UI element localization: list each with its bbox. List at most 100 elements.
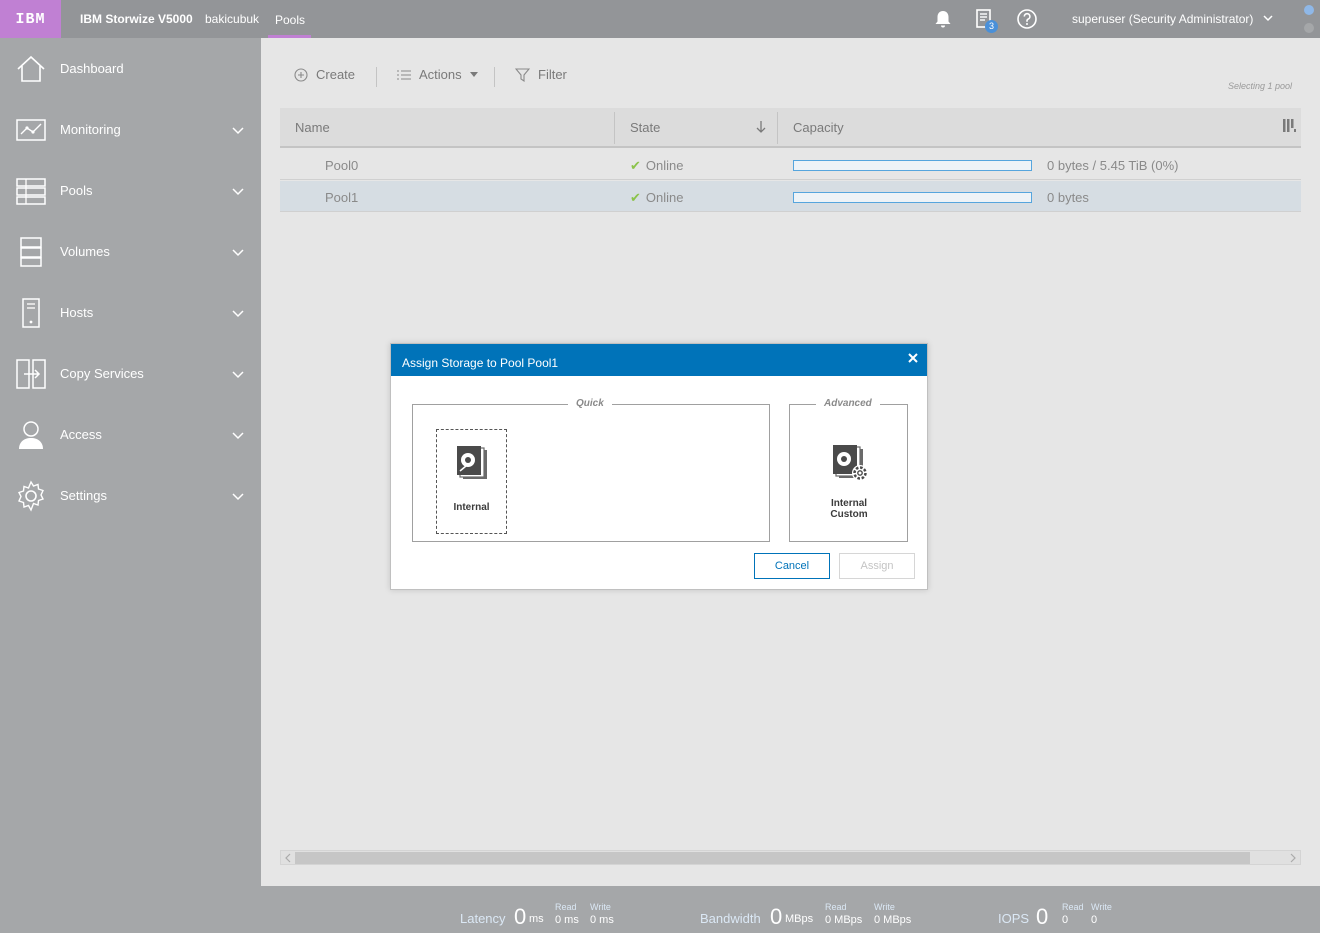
internal-custom-label-line1: Internal [830, 498, 868, 509]
bandwidth-write-label: Write [874, 902, 895, 912]
table-row[interactable]: Pool0 ✔ Online 0 bytes / 5.45 TiB (0%) [280, 149, 1301, 180]
latency-read-label: Read [555, 902, 577, 912]
internal-storage-option[interactable]: Internal [436, 429, 507, 534]
filter-button[interactable]: Filter [515, 67, 567, 82]
sidebar-item-label: Dashboard [60, 61, 124, 76]
bandwidth-unit: MBps [785, 913, 814, 925]
sidebar-item-volumes[interactable]: Volumes [0, 221, 261, 282]
status-indicator-dot [1304, 23, 1314, 33]
assign-button[interactable]: Assign [839, 553, 915, 579]
internal-custom-label-line2: Custom [830, 509, 868, 520]
monitoring-icon [16, 118, 46, 141]
selection-status: Selecting 1 pool [1228, 81, 1293, 91]
bandwidth-label: Bandwidth [700, 911, 761, 926]
table-row[interactable]: Pool1 ✔ Online 0 bytes [280, 181, 1301, 212]
pool-state-label: Online [645, 190, 684, 205]
column-header-capacity[interactable]: Capacity [793, 120, 844, 135]
latency-value: 0 [514, 904, 527, 929]
close-icon[interactable] [907, 352, 919, 364]
cancel-button[interactable]: Cancel [754, 553, 830, 579]
quick-section: Quick Internal [412, 398, 770, 542]
performance-bar[interactable]: Latency 0 ms Read 0 ms Write 0 ms Bandwi… [261, 886, 1320, 933]
column-divider[interactable] [777, 112, 778, 144]
bandwidth-read-value: 0 MBps [825, 914, 863, 926]
scroll-right-icon[interactable] [1289, 853, 1297, 863]
latency-unit: ms [529, 913, 544, 925]
chevron-down-icon [232, 492, 244, 500]
notifications-bell-icon[interactable] [932, 8, 954, 30]
sidebar-item-pools[interactable]: Pools [0, 160, 261, 221]
user-menu[interactable]: superuser (Security Administrator) [1072, 12, 1253, 26]
chevron-down-icon [232, 187, 244, 195]
advanced-section: Advanced Internal Custom [789, 398, 908, 542]
bandwidth-read-label: Read [825, 902, 847, 912]
sidebar-item-monitoring[interactable]: Monitoring [0, 99, 261, 160]
internal-custom-option[interactable]: Internal Custom [800, 429, 898, 534]
ibm-logo[interactable]: IBM [0, 0, 61, 38]
pool-state: ✔ Online [630, 158, 683, 174]
sort-descending-icon[interactable] [756, 121, 766, 134]
pool-capacity: 0 bytes / 5.45 TiB (0%) [1047, 158, 1179, 173]
sidebar-item-copy-services[interactable]: Copy Services [0, 343, 261, 404]
chevron-down-icon [232, 370, 244, 378]
column-header-state[interactable]: State [630, 120, 660, 135]
actions-label: Actions [419, 67, 462, 82]
iops-write-label: Write [1091, 902, 1112, 912]
home-icon [17, 55, 45, 82]
latency-label: Latency [460, 911, 506, 926]
breadcrumb-pools[interactable]: Pools [275, 13, 305, 27]
checkmark-icon: ✔ [630, 190, 641, 205]
chevron-down-icon [232, 126, 244, 134]
table-header: Name State Capacity [280, 108, 1301, 148]
sidebar-item-hosts[interactable]: Hosts [0, 282, 261, 343]
iops-read-label: Read [1062, 902, 1084, 912]
plus-circle-icon [294, 67, 308, 82]
actions-menu-button[interactable]: Actions [397, 67, 478, 82]
latency-write-value: 0 ms [590, 914, 614, 926]
top-bar: IBM IBM Storwize V5000 bakicubuk Pools 3… [0, 0, 1320, 38]
scroll-left-icon[interactable] [284, 853, 292, 863]
list-icon [397, 69, 411, 80]
scrollbar-thumb[interactable] [295, 852, 1250, 864]
assign-storage-dialog: Assign Storage to Pool Pool1 Quick Inter… [390, 343, 928, 590]
app-name: IBM Storwize V5000 [80, 12, 193, 26]
create-button[interactable]: Create [294, 67, 355, 82]
internal-drive-icon [457, 446, 487, 479]
internal-custom-drive-icon [833, 445, 868, 481]
pool-name: Pool0 [325, 158, 359, 173]
sidebar-item-access[interactable]: Access [0, 404, 261, 465]
help-icon[interactable] [1016, 8, 1038, 30]
pools-icon [16, 177, 46, 205]
hosts-icon [22, 297, 40, 328]
checkmark-icon: ✔ [630, 158, 641, 173]
breadcrumb-system[interactable]: bakicubuk [205, 12, 259, 26]
sidebar-item-settings[interactable]: Settings [0, 465, 261, 526]
advanced-legend: Advanced [816, 398, 880, 409]
sidebar-item-label: Access [60, 427, 102, 442]
internal-label: Internal [453, 502, 490, 513]
column-divider[interactable] [614, 112, 615, 144]
create-label: Create [316, 67, 356, 82]
column-header-name[interactable]: Name [295, 120, 330, 135]
chevron-down-icon [232, 248, 244, 256]
sidebar-item-label: Monitoring [60, 122, 121, 137]
settings-gear-icon [18, 479, 44, 512]
bandwidth-write-value: 0 MBps [874, 914, 912, 926]
volumes-icon [20, 236, 42, 267]
sidebar-item-label: Volumes [60, 244, 110, 259]
column-chooser-icon[interactable] [1283, 119, 1296, 132]
caret-down-icon [469, 72, 478, 77]
chevron-down-icon [232, 309, 244, 317]
sidebar-item-dashboard[interactable]: Dashboard [0, 38, 261, 99]
filter-label: Filter [538, 67, 567, 82]
sidebar-item-label: Copy Services [60, 366, 144, 381]
pool-state: ✔ Online [630, 190, 683, 206]
iops-write-value: 0 [1091, 914, 1098, 926]
chevron-down-icon[interactable] [1262, 12, 1274, 24]
filter-funnel-icon [515, 67, 530, 82]
access-icon [19, 420, 43, 449]
latency-write-label: Write [590, 902, 611, 912]
sidebar: Dashboard Monitoring Pools Volumes Hosts… [0, 38, 261, 933]
horizontal-scrollbar[interactable] [280, 850, 1301, 865]
iops-value: 0 [1036, 904, 1049, 929]
